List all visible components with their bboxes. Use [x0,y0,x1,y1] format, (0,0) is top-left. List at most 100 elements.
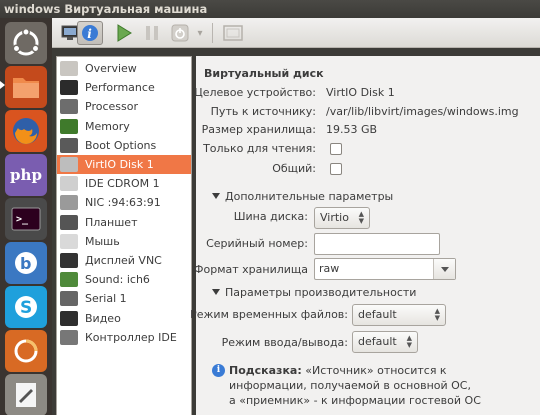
section-title: Виртуальный диск [204,67,324,80]
io-mode-combo[interactable]: default ▲ ▼ [352,331,418,353]
sidebar-item[interactable]: Performance [57,78,191,97]
pause-icon [146,26,158,40]
php-icon[interactable]: php [5,154,47,196]
advanced-options-expander[interactable]: Дополнительные параметры [212,190,393,203]
sidebar-item-label: Boot Options [85,138,157,152]
tablet-icon [60,214,78,230]
storage-format-value: raw [319,262,340,275]
sidebar-item-label: VirtIO Disk 1 [85,158,154,171]
toolbar: i ▾ [52,18,540,48]
chevron-down-icon: ▾ [197,27,203,39]
window-title: windows Виртуальная машина [4,2,208,16]
sidebar-item[interactable]: IDE CDROM 1 [57,174,191,193]
nic-icon [60,195,78,211]
svg-text:S: S [20,298,32,318]
chevron-down-icon[interactable] [433,259,455,279]
io-mode-label: Режим ввода/вывода: [221,336,348,349]
sound-icon [60,272,78,288]
pause-button[interactable] [140,21,164,45]
storage-format-combo[interactable]: raw [314,258,456,280]
fullscreen-button[interactable] [220,21,246,45]
processor-icon [60,99,78,115]
svg-text:b: b [20,254,31,273]
spin-arrows-icon: ▲ ▼ [406,334,412,349]
files-icon[interactable] [5,66,47,108]
performance-options-title: Параметры производительности [225,286,417,299]
serial-icon [60,291,78,307]
info-icon: i [82,25,98,41]
ubuntu-dash-icon[interactable] [5,22,47,64]
fullscreen-icon [223,25,243,41]
performance-icon [60,80,78,96]
installer-icon[interactable] [5,330,47,372]
sidebar-item-label: Видео [85,311,121,325]
storage-format-label: Формат хранилища [194,263,308,276]
terminal-icon[interactable]: >_ [5,198,47,240]
overview-icon [60,61,78,76]
performance-options-expander[interactable]: Параметры производительности [212,286,416,299]
hint-line-1: «Источник» относится к [301,364,447,377]
svg-text:i: i [87,27,92,41]
storage-size-label: Размер хранилища: [201,123,316,136]
firefox-icon[interactable] [5,110,47,152]
disk-bus-label: Шина диска: [233,210,308,223]
sidebar-item-label: Memory [85,119,130,133]
text-editor-icon[interactable] [5,374,47,415]
sidebar-item-label: Overview [85,62,137,75]
disk-bus-combo[interactable]: Virtio ▲ ▼ [314,207,370,229]
window-title-bar: windows Виртуальная машина [0,0,540,18]
advanced-options-title: Дополнительные параметры [225,190,394,203]
shutdown-button[interactable] [168,21,192,45]
sidebar-item[interactable]: Sound: ich6 [57,270,191,289]
serial-number-input[interactable] [314,233,440,255]
video-icon [60,310,78,326]
readonly-checkbox[interactable] [330,143,342,155]
sidebar-item-label: Performance [85,81,155,95]
controller-icon [60,329,78,345]
cache-mode-value: default [358,308,397,321]
sidebar-item[interactable]: Memory [57,117,191,136]
run-button[interactable] [112,21,136,45]
sidebar-item-label: NIC :94:63:91 [85,196,161,210]
expander-arrow-icon [212,193,220,199]
sidebar-item[interactable]: VirtIO Disk 1 [57,155,191,174]
cache-mode-label: Режим временных файлов: [190,308,348,321]
sidebar-item-label: Processor [85,100,138,114]
skype-icon[interactable]: S [5,286,47,328]
sidebar-item[interactable]: Планшет [57,213,191,232]
bookmarks-icon[interactable]: b [5,242,47,284]
source-path-label: Путь к источнику: [210,105,316,118]
power-icon [171,24,189,42]
source-path-value: /var/lib/libvirt/images/windows.img [326,105,519,118]
sidebar-item[interactable]: Serial 1 [57,289,191,308]
sidebar-item[interactable]: Мышь [57,232,191,251]
hint-bold: Подсказка: [229,364,302,377]
launcher: php >_ b S [0,18,52,415]
play-icon [117,24,132,42]
shutdown-menu-button[interactable]: ▾ [194,21,206,45]
show-details-button[interactable]: i [77,21,103,45]
sidebar-item-label: Sound: ich6 [85,273,150,287]
sidebar-item[interactable]: Boot Options [57,136,191,155]
sidebar-item[interactable]: Контроллер IDE [57,328,191,347]
sidebar-item[interactable]: Видео [57,309,191,328]
storage-size-value: 19.53 GB [326,123,378,136]
hint-text: i Подсказка: «Источник» относится к инфо… [212,363,540,408]
spin-arrows-icon: ▲ ▼ [434,307,440,322]
shared-checkbox[interactable] [330,163,342,175]
display-icon [60,253,78,268]
cdrom-icon [60,176,78,192]
hint-line-3: а «приемник» - к информации гостевой ОС [229,394,481,407]
spin-arrows-icon: ▲ ▼ [358,210,364,225]
mouse-icon [60,233,78,249]
sidebar-item[interactable]: Дисплей VNC [57,251,191,270]
sidebar-item[interactable]: Processor [57,97,191,116]
sidebar-item[interactable]: Overview [57,59,191,78]
cache-mode-combo[interactable]: default ▲ ▼ [352,304,446,326]
io-mode-value: default [358,335,397,348]
details-pane: Виртуальный диск Целевое устройство: Vir… [190,56,540,415]
target-device-label: Целевое устройство: [194,86,316,99]
sidebar-item[interactable]: NIC :94:63:91 [57,193,191,212]
target-device-value: VirtIO Disk 1 [326,86,395,99]
readonly-label: Только для чтения: [203,142,316,155]
